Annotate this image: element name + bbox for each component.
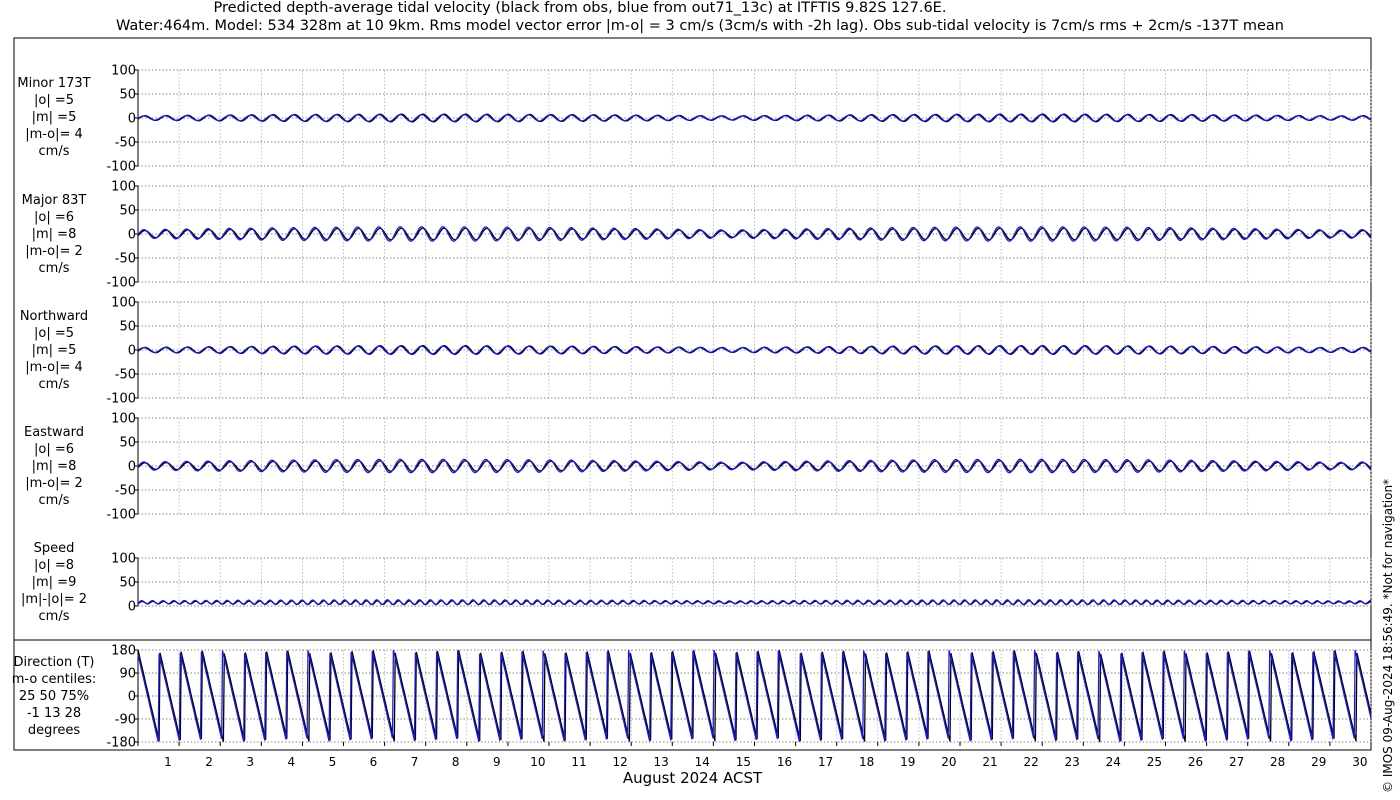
y-tick-label: 50: [119, 88, 136, 103]
label-line: cm/s: [38, 261, 70, 276]
label-line: |o| =8: [33, 558, 74, 573]
x-tick-label: 12: [612, 755, 627, 769]
x-tick-label: 20: [941, 755, 956, 769]
x-tick-label: 1: [164, 755, 172, 769]
y-tick-label: -100: [106, 392, 136, 407]
x-tick-label: 23: [1065, 755, 1080, 769]
label-line: |m-o|= 4: [25, 127, 83, 142]
label-line: Northward: [19, 309, 89, 324]
x-tick-label: 16: [777, 755, 792, 769]
x-tick-label: 27: [1229, 755, 1244, 769]
y-tick-label: 100: [111, 412, 136, 427]
x-tick-label: 6: [370, 755, 378, 769]
y-tick-label: -50: [115, 136, 136, 151]
panel-label-speed: Speed |o| =8 |m| =9 |m|-|o|= 2 cm/s: [4, 540, 104, 625]
y-tick-label: 0: [128, 600, 136, 615]
copyright-credit: © IMOS 09-Aug-2024 18:56:49. *Not for na…: [1381, 478, 1395, 793]
x-tick-label: 15: [736, 755, 751, 769]
y-tick-label: 0: [128, 112, 136, 127]
y-tick-label: 90: [119, 667, 136, 682]
label-line: Speed: [33, 541, 75, 556]
x-tick-label: 18: [859, 755, 874, 769]
panel-label-northward: Northward |o| =5 |m| =5 |m-o|= 4 cm/s: [4, 308, 104, 393]
x-tick-label: 11: [571, 755, 586, 769]
y-tick-label: -50: [115, 368, 136, 383]
x-tick-label: 13: [654, 755, 669, 769]
chart-canvas: 100500-50-100100500-50-100100500-50-1001…: [13, 37, 1372, 769]
y-tick-label: 100: [111, 296, 136, 311]
label-line: |o| =6: [33, 210, 74, 225]
y-tick-label: 50: [119, 576, 136, 591]
y-tick-label: 180: [111, 644, 136, 659]
label-line: |m| =5: [31, 343, 77, 358]
x-tick-label: 30: [1352, 755, 1367, 769]
y-tick-label: 100: [111, 552, 136, 567]
label-line: |o| =5: [33, 93, 74, 108]
label-line: 25 50 75%: [18, 689, 90, 704]
label-line: Eastward: [23, 425, 85, 440]
y-tick-label: 0: [128, 460, 136, 475]
y-tick-label: -90: [115, 713, 136, 728]
label-line: Direction (T): [13, 655, 95, 670]
label-line: |m-o|= 2: [25, 476, 83, 491]
label-line: |m| =5: [31, 110, 77, 125]
y-tick-label: 50: [119, 320, 136, 335]
label-line: |m| =8: [31, 227, 77, 242]
label-line: |m-o|= 2: [25, 244, 83, 259]
x-tick-label: 8: [452, 755, 460, 769]
label-line: |o| =5: [33, 326, 74, 341]
panel-label-major: Major 83T |o| =6 |m| =8 |m-o|= 2 cm/s: [4, 192, 104, 277]
label-line: |m| =9: [31, 575, 77, 590]
y-tick-label: 0: [128, 690, 136, 705]
x-tick-label: 9: [493, 755, 501, 769]
label-line: cm/s: [38, 377, 70, 392]
label-line: -1 13 28: [26, 706, 82, 721]
x-tick-label: 22: [1023, 755, 1038, 769]
x-tick-label: 5: [329, 755, 337, 769]
label-line: |m|-|o|= 2: [20, 592, 88, 607]
x-tick-label: 21: [982, 755, 997, 769]
x-tick-label: 10: [530, 755, 545, 769]
x-tick-label: 17: [818, 755, 833, 769]
y-tick-label: 100: [111, 180, 136, 195]
label-line: |m| =8: [31, 459, 77, 474]
x-tick-label: 3: [246, 755, 254, 769]
label-line: Major 83T: [21, 193, 87, 208]
y-tick-label: 0: [128, 228, 136, 243]
panel-label-minor: Minor 173T |o| =5 |m| =5 |m-o|= 4 cm/s: [4, 75, 104, 160]
label-line: degrees: [27, 723, 81, 738]
label-line: |m-o|= 4: [25, 360, 83, 375]
panel-label-eastward: Eastward |o| =6 |m| =8 |m-o|= 2 cm/s: [4, 424, 104, 509]
figure-frame: [13, 37, 1372, 751]
x-tick-label: 26: [1188, 755, 1203, 769]
y-tick-label: -50: [115, 484, 136, 499]
x-tick-label: 24: [1106, 755, 1121, 769]
x-tick-label: 19: [900, 755, 915, 769]
y-tick-label: 50: [119, 204, 136, 219]
x-tick-label: 4: [287, 755, 295, 769]
label-line: cm/s: [38, 144, 70, 159]
y-tick-label: -180: [106, 736, 136, 751]
label-line: m-o centiles:: [11, 672, 97, 687]
x-tick-label: 7: [411, 755, 419, 769]
y-tick-label: 50: [119, 436, 136, 451]
label-line: |o| =6: [33, 442, 74, 457]
x-axis-title: August 2024 ACST: [622, 769, 763, 787]
x-tick-label: 14: [695, 755, 710, 769]
y-tick-label: -100: [106, 276, 136, 291]
label-line: Minor 173T: [17, 76, 91, 91]
panel-label-direction: Direction (T) m-o centiles: 25 50 75% -1…: [4, 654, 104, 739]
y-tick-label: 0: [128, 344, 136, 359]
x-tick-label: 28: [1270, 755, 1285, 769]
y-tick-label: -100: [106, 160, 136, 175]
label-line: cm/s: [38, 609, 70, 624]
x-tick-label: 25: [1147, 755, 1162, 769]
x-tick-label: 29: [1311, 755, 1326, 769]
y-tick-label: -100: [106, 508, 136, 523]
x-tick-label: 2: [205, 755, 213, 769]
y-tick-label: 100: [111, 64, 136, 79]
y-tick-label: -50: [115, 252, 136, 267]
label-line: cm/s: [38, 493, 70, 508]
